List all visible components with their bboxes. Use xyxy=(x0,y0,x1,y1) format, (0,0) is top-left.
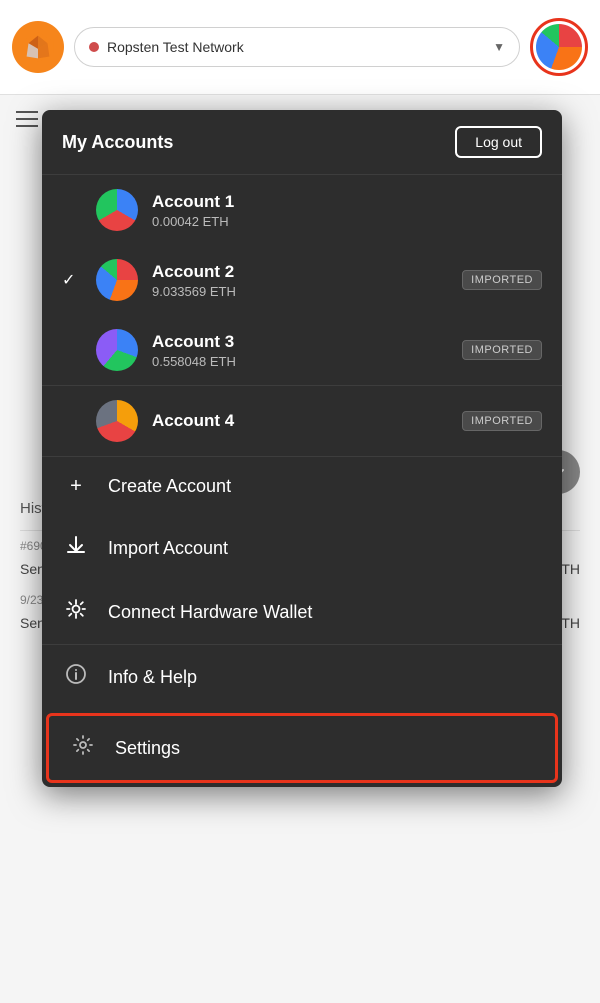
account-item-3[interactable]: Account 3 0.558048 ETH IMPORTED xyxy=(42,315,562,385)
dropdown-title: My Accounts xyxy=(62,132,173,153)
account-avatar-4 xyxy=(96,400,138,442)
account-info-1: Account 1 0.00042 ETH xyxy=(152,192,542,229)
account-checkmark-2: ✓ xyxy=(62,270,82,290)
create-account-label: Create Account xyxy=(108,476,231,497)
settings-label: Settings xyxy=(115,738,180,759)
network-status-dot xyxy=(89,42,99,52)
account-avatar-button[interactable] xyxy=(530,18,588,76)
info-icon xyxy=(62,663,90,691)
network-selector[interactable]: Ropsten Test Network ▼ xyxy=(74,27,520,67)
account-item-1[interactable]: Account 1 0.00042 ETH xyxy=(42,175,562,245)
imported-badge-3: IMPORTED xyxy=(462,340,542,360)
import-account-item[interactable]: Import Account xyxy=(42,516,562,580)
settings-item[interactable]: Settings xyxy=(46,713,558,783)
create-account-item[interactable]: + Create Account xyxy=(42,457,562,516)
topbar: Ropsten Test Network ▼ xyxy=(0,0,600,95)
account-name-1: Account 1 xyxy=(152,192,542,212)
account-name-3: Account 3 xyxy=(152,332,448,352)
import-account-label: Import Account xyxy=(108,538,228,559)
info-help-label: Info & Help xyxy=(108,667,197,688)
accounts-dropdown: My Accounts Log out Account 1 0.00042 ET… xyxy=(42,110,562,787)
account-balance-2: 9.033569 ETH xyxy=(152,284,448,299)
account-balance-3: 0.558048 ETH xyxy=(152,354,448,369)
info-help-item[interactable]: Info & Help xyxy=(42,645,562,709)
network-name: Ropsten Test Network xyxy=(107,39,485,55)
account-info-3: Account 3 0.558048 ETH xyxy=(152,332,448,369)
account-list: Account 1 0.00042 ETH ✓ Account 2 9.0335… xyxy=(42,175,562,457)
account-item-4[interactable]: Account 4 IMPORTED xyxy=(42,385,562,456)
account-info-2: Account 2 9.033569 ETH xyxy=(152,262,448,299)
account-avatar-3 xyxy=(96,329,138,371)
dropdown-header: My Accounts Log out xyxy=(42,110,562,175)
account-item-2[interactable]: ✓ Account 2 9.033569 ETH IMPORTED xyxy=(42,245,562,315)
avatar xyxy=(536,24,582,70)
import-account-icon xyxy=(62,534,90,562)
hamburger-icon[interactable] xyxy=(16,111,38,127)
account-avatar-1 xyxy=(96,189,138,231)
logout-button[interactable]: Log out xyxy=(455,126,542,158)
imported-badge-4: IMPORTED xyxy=(462,411,542,431)
connect-hardware-item[interactable]: Connect Hardware Wallet xyxy=(42,580,562,644)
connect-hardware-label: Connect Hardware Wallet xyxy=(108,602,312,623)
action-list: + Create Account Import Account Connect … xyxy=(42,457,562,645)
chevron-down-icon: ▼ xyxy=(493,40,505,54)
bottom-items: Info & Help Settings xyxy=(42,645,562,783)
connect-hardware-icon xyxy=(62,598,90,626)
create-account-icon: + xyxy=(62,475,90,498)
imported-badge-2: IMPORTED xyxy=(462,270,542,290)
account-avatar-2 xyxy=(96,259,138,301)
account-info-4: Account 4 xyxy=(152,411,448,431)
settings-icon xyxy=(69,734,97,762)
account-name-2: Account 2 xyxy=(152,262,448,282)
metamask-logo xyxy=(12,21,64,73)
account-name-4: Account 4 xyxy=(152,411,448,431)
account-balance-1: 0.00042 ETH xyxy=(152,214,542,229)
